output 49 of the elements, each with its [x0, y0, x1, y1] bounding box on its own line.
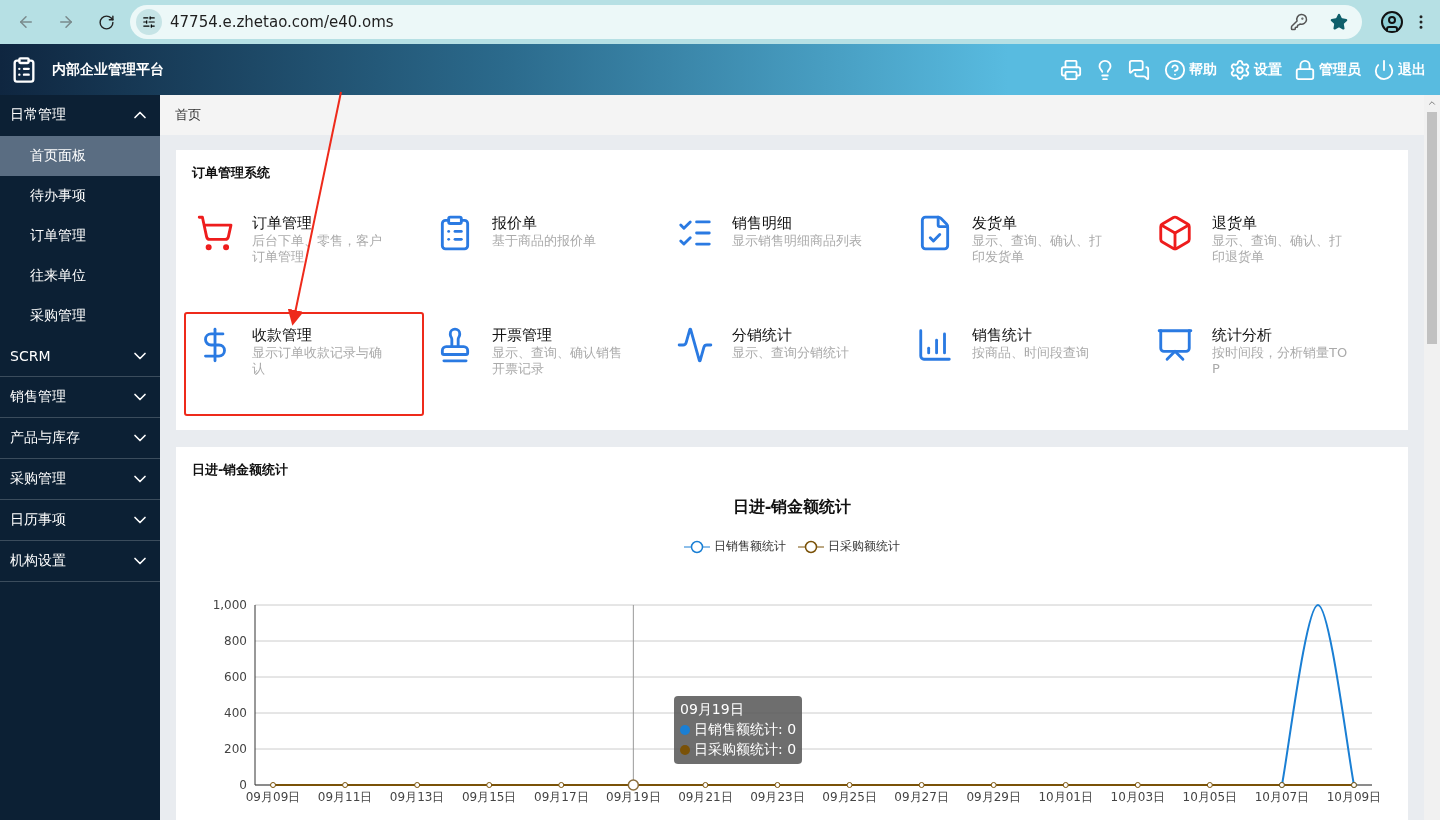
y-tick-label: 800	[224, 634, 247, 648]
x-tick-label: 09月13日	[389, 790, 445, 804]
module-title: 退货单	[1212, 214, 1258, 233]
module-title: 销售统计	[972, 326, 1033, 345]
card-title: 订单管理系统	[192, 164, 271, 182]
app-title: 内部企业管理平台	[52, 60, 165, 79]
module-title: 收款管理	[252, 326, 313, 345]
module-description: 基于商品的报价单	[492, 233, 597, 249]
x-tick-label: 09月21日	[678, 790, 733, 804]
x-tick-label: 09月29日	[966, 790, 1021, 804]
card-title: 日进-销金额统计	[192, 461, 290, 479]
x-tick-label: 09月15日	[461, 790, 517, 804]
module-title: 报价单	[492, 214, 538, 233]
x-tick-label: 09月17日	[534, 790, 589, 804]
y-tick-label: 200	[224, 742, 247, 756]
module-description: 按商品、时间段查询	[972, 345, 1090, 361]
tooltip-row: 日销售额统计: 0	[680, 721, 797, 739]
module-title: 开票管理	[492, 326, 553, 345]
x-tick-label: 09月25日	[822, 790, 877, 804]
y-tick-label: 1,000	[212, 598, 247, 612]
module-title: 订单管理	[252, 214, 313, 233]
module-title: 销售明细	[732, 214, 793, 233]
module-description: 后台下单、零售，客户订单管理	[252, 233, 383, 265]
x-tick-label: 09月19日	[606, 790, 661, 804]
x-tick-label: 10月05日	[1182, 790, 1238, 804]
x-tick-label: 10月01日	[1038, 790, 1093, 804]
chart-title: 日进-销金额统计	[731, 497, 853, 518]
x-tick-label: 10月09日	[1326, 790, 1382, 804]
x-tick-label: 09月27日	[894, 790, 949, 804]
module-description: 显示、查询分销统计	[732, 345, 850, 361]
x-tick-label: 10月03日	[1110, 790, 1166, 804]
module-description: 显示销售明细商品列表	[732, 233, 863, 249]
module-title: 发货单	[972, 214, 1018, 233]
y-tick-label: 600	[224, 670, 247, 684]
module-description: 显示订单收款记录与确认	[252, 345, 383, 377]
x-tick-label: 09月23日	[750, 790, 805, 804]
x-tick-label: 10月07日	[1254, 790, 1310, 804]
module-title: 统计分析	[1212, 326, 1273, 345]
y-tick-label: 0	[239, 778, 247, 792]
module-description: 显示、查询、确认、打印发货单	[972, 233, 1103, 265]
y-tick-label: 400	[224, 706, 247, 720]
module-description: 显示、查询、确认、打印退货单	[1212, 233, 1343, 265]
x-tick-label: 09月09日	[245, 790, 301, 804]
module-description: 按时间段，分析销量TOP	[1212, 345, 1349, 377]
tooltip-title: 09月19日	[680, 701, 745, 719]
module-description: 显示、查询、确认销售开票记录	[492, 345, 623, 377]
tooltip-row: 日采购额统计: 0	[680, 741, 797, 759]
module-title: 分销统计	[732, 326, 793, 345]
x-tick-label: 09月11日	[317, 790, 373, 804]
